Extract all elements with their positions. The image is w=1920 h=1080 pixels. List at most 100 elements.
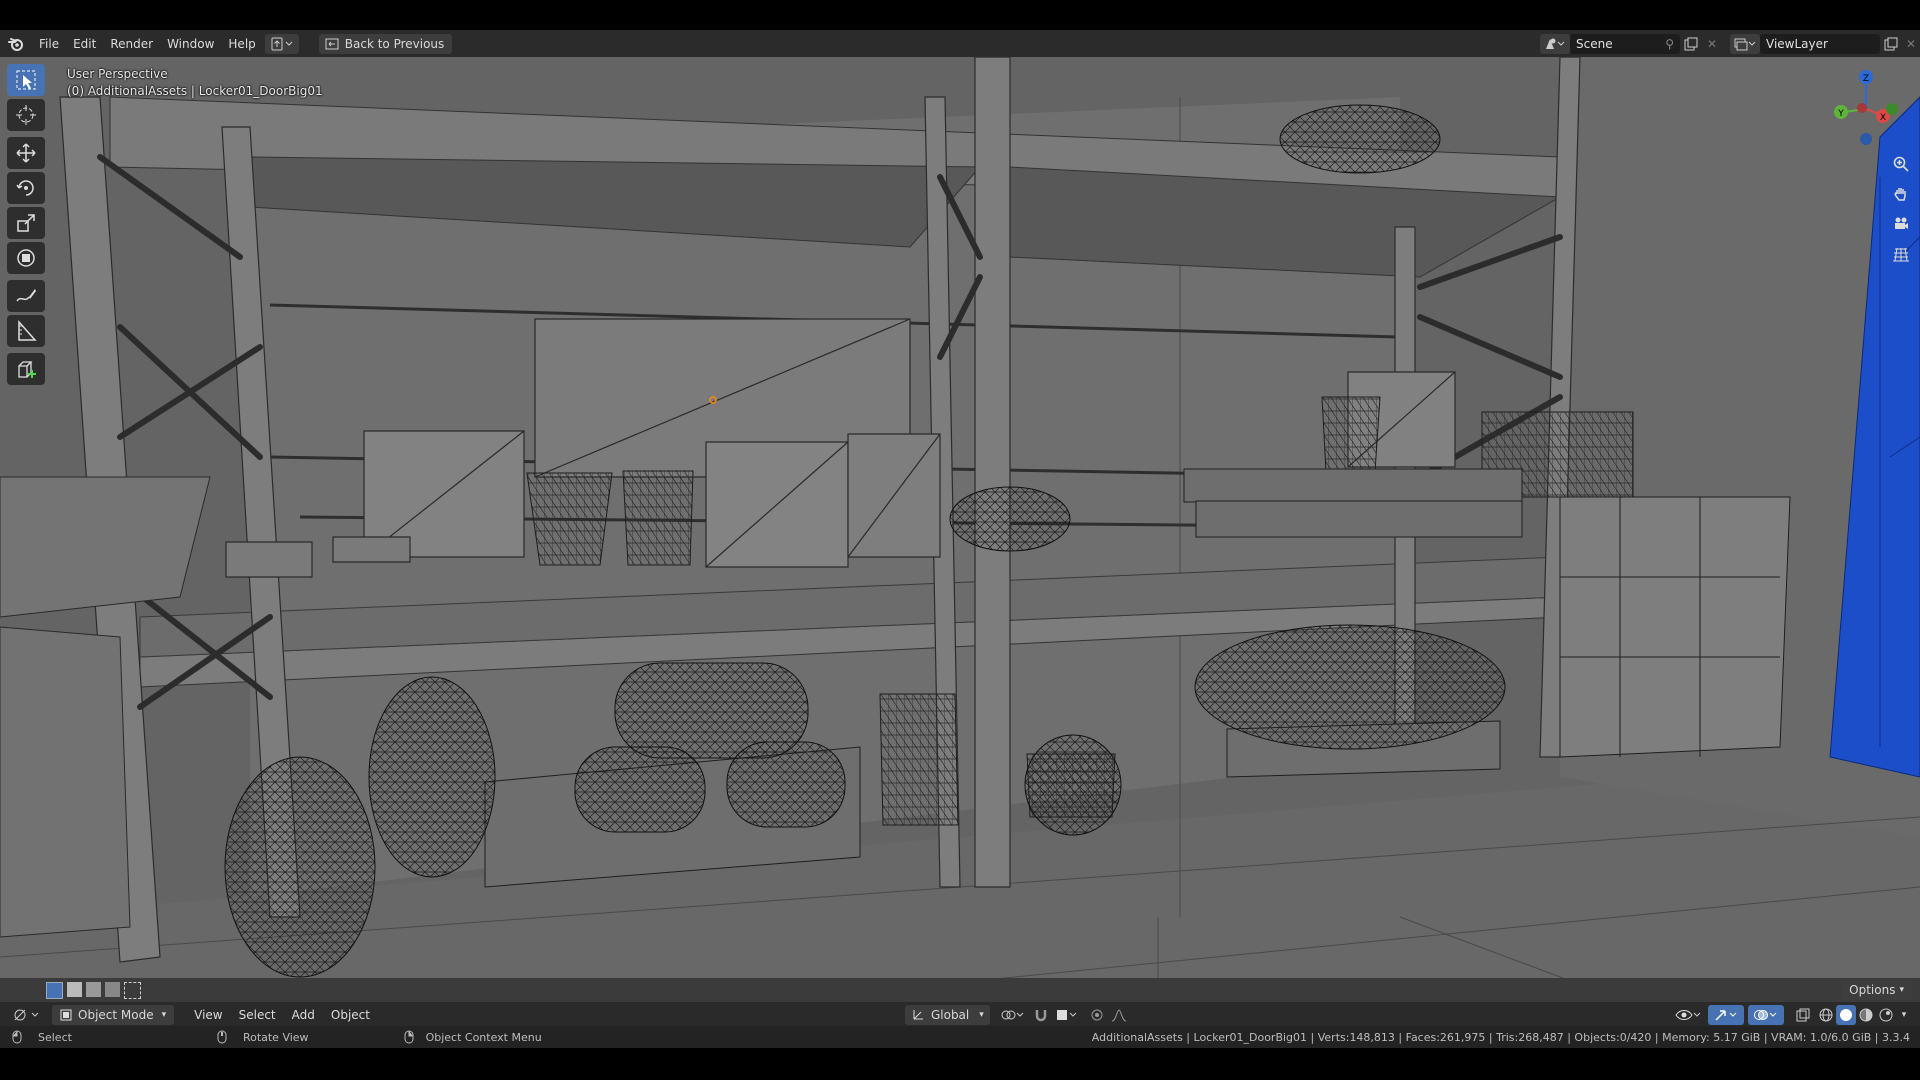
overlays-icon[interactable] (1748, 1005, 1784, 1025)
menu-render[interactable]: Render (103, 33, 160, 55)
top-menu-bar: File Edit Render Window Help Back to Pre… (0, 30, 1920, 57)
status-context-hint: Object Context Menu (425, 1030, 542, 1044)
gizmos-icon[interactable] (1708, 1005, 1744, 1025)
transform-orientation-dropdown[interactable]: Global ▾ (904, 1005, 990, 1025)
screen-back-icon (325, 38, 339, 50)
zoom-icon[interactable] (1888, 150, 1914, 178)
camera-view-icon[interactable] (1888, 210, 1914, 238)
workspace-dropdown[interactable] (264, 33, 299, 54)
snap-target-icon[interactable] (1052, 1005, 1082, 1025)
gizmo-x-label: X (1880, 113, 1886, 123)
3d-viewport[interactable]: User Perspective (0) AdditionalAssets | … (0, 57, 1920, 1048)
back-to-previous-label: Back to Previous (344, 36, 445, 51)
options-dropdown[interactable]: Options ▾ (1841, 980, 1912, 1000)
shading-solid-icon[interactable] (1836, 1005, 1856, 1025)
viewport-header: Object Mode ▾ View Select Add Object Glo… (0, 1002, 1920, 1028)
wireframe-scene (0, 57, 1920, 1048)
rotate-icon (16, 180, 34, 196)
visibility-eye-icon[interactable] (1672, 1005, 1704, 1025)
shading-material-icon[interactable] (1856, 1005, 1876, 1025)
select-extend-icon[interactable] (67, 981, 82, 997)
header-menu-select[interactable]: Select (231, 1008, 284, 1022)
delete-viewlayer-icon[interactable]: ✕ (1902, 34, 1920, 54)
gizmo-neg-z-axis (1860, 133, 1872, 145)
chevron-down-icon: ▾ (161, 1010, 167, 1020)
move-tool[interactable] (7, 137, 45, 169)
annotate-icon (16, 289, 36, 302)
options-label: Options (1849, 983, 1896, 997)
gizmo-neg-x-axis (1857, 103, 1867, 113)
menu-file[interactable]: File (32, 33, 66, 55)
object-mode-icon (60, 1009, 72, 1021)
select-box-tool[interactable] (7, 64, 45, 96)
navigation-gizmo[interactable]: Z X Y (1822, 64, 1902, 154)
select-subtract-icon[interactable] (86, 981, 101, 997)
mouse-right-icon (404, 1030, 414, 1044)
viewport-nav-tools (1888, 150, 1914, 270)
mouse-middle-icon (217, 1030, 227, 1044)
select-new-icon[interactable] (46, 981, 63, 999)
add-cube-tool[interactable] (7, 353, 45, 385)
scale-icon (17, 214, 35, 232)
gizmo-z-label: Z (1863, 74, 1869, 84)
new-scene-icon[interactable] (1680, 34, 1702, 54)
viewport-perspective-label: User Perspective (67, 67, 168, 81)
menu-help[interactable]: Help (221, 33, 262, 55)
scene-name: Scene (1576, 36, 1613, 51)
rotate-tool[interactable] (7, 172, 45, 204)
pan-hand-icon[interactable] (1888, 180, 1914, 208)
orientation-axes-icon (911, 1008, 925, 1022)
header-menu-add[interactable]: Add (284, 1008, 323, 1022)
status-bar: Select Rotate View Object Context Menu A… (0, 1026, 1920, 1048)
viewlayer-name: ViewLayer (1766, 36, 1828, 51)
scene-browse-button[interactable] (1540, 33, 1570, 54)
shading-options-dropdown[interactable]: ▾ (1896, 1005, 1912, 1025)
cursor-icon (16, 105, 36, 125)
move-icon (16, 143, 36, 163)
object-mode-dropdown[interactable]: Object Mode ▾ (52, 1005, 175, 1025)
header-menu-object[interactable]: Object (323, 1008, 378, 1022)
selection-mode-row: Options ▾ (0, 978, 1920, 1002)
proportional-edit-icon[interactable] (1086, 1005, 1108, 1025)
measure-icon (18, 320, 37, 341)
select-invert-icon[interactable] (105, 981, 120, 997)
scene-name-field[interactable]: Scene ⚲ (1570, 33, 1680, 54)
scale-tool[interactable] (7, 207, 45, 239)
editor-type-icon[interactable] (8, 1005, 46, 1025)
xray-toggle-icon[interactable] (1790, 1005, 1816, 1025)
cursor-tool[interactable] (7, 99, 45, 131)
delete-scene-icon[interactable]: ✕ (1702, 34, 1722, 54)
scene-statistics: AdditionalAssets | Locker01_DoorBig01 | … (1091, 1030, 1910, 1044)
toolbox (7, 64, 49, 391)
annotate-tool[interactable] (7, 280, 45, 312)
gizmo-neg-y-axis (1886, 103, 1898, 115)
chevron-down-icon: ▾ (979, 1010, 984, 1020)
pin-icon[interactable]: ⚲ (1665, 37, 1674, 51)
menu-edit[interactable]: Edit (66, 33, 103, 55)
menu-window[interactable]: Window (160, 33, 221, 55)
transform-icon (17, 249, 35, 267)
select-box-icon (16, 70, 36, 90)
gizmo-y-label: Y (1837, 109, 1844, 119)
add-cube-icon (18, 361, 36, 378)
blender-logo-icon[interactable] (0, 33, 32, 55)
transform-tool[interactable] (7, 242, 45, 274)
viewport-object-info: (0) AdditionalAssets | Locker01_DoorBig0… (67, 84, 323, 98)
viewlayer-name-field[interactable]: ViewLayer (1760, 33, 1880, 54)
shading-wireframe-icon[interactable] (1816, 1005, 1836, 1025)
ortho-grid-icon[interactable] (1888, 240, 1914, 268)
snap-magnet-icon[interactable] (1030, 1005, 1052, 1025)
chevron-down-icon: ▾ (1899, 985, 1904, 995)
back-to-previous-button[interactable]: Back to Previous (318, 33, 453, 54)
header-menu-view[interactable]: View (186, 1008, 230, 1022)
viewlayer-browse-button[interactable] (1730, 33, 1760, 54)
select-intersect-icon[interactable] (124, 981, 141, 999)
mouse-left-icon (12, 1030, 22, 1044)
shading-rendered-icon[interactable] (1876, 1005, 1896, 1025)
pivot-point-icon[interactable] (996, 1005, 1030, 1025)
transform-orientation-label: Global (930, 1008, 970, 1022)
status-select-hint: Select (38, 1030, 72, 1044)
falloff-curve-icon[interactable] (1108, 1005, 1134, 1025)
new-viewlayer-icon[interactable] (1880, 34, 1902, 54)
measure-tool[interactable] (7, 315, 45, 347)
